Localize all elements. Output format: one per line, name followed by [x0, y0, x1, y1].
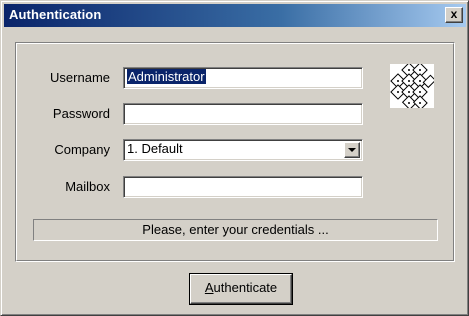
username-input[interactable]: Administrator: [123, 67, 363, 89]
username-value: Administrator: [127, 69, 206, 84]
chevron-down-icon[interactable]: [344, 142, 360, 158]
authentication-dialog: Authentication x Username Administrator …: [0, 0, 469, 316]
username-label: Username: [50, 70, 110, 85]
keyboard-icon[interactable]: [390, 64, 434, 108]
company-select[interactable]: 1. Default: [123, 139, 363, 161]
company-label: Company: [54, 142, 110, 157]
password-label: Password: [52, 106, 110, 121]
title-bar[interactable]: Authentication x: [4, 4, 466, 27]
close-icon: x: [450, 7, 458, 21]
window-title: Authentication: [9, 7, 102, 22]
authenticate-button[interactable]: Authenticate: [189, 273, 293, 305]
password-input[interactable]: [123, 103, 363, 125]
mailbox-label: Mailbox: [65, 179, 110, 194]
status-message: Please, enter your credentials ...: [33, 219, 438, 241]
mailbox-input[interactable]: [123, 176, 363, 198]
company-value: 1. Default: [127, 141, 183, 156]
authenticate-label: Authenticate: [204, 280, 278, 295]
close-button[interactable]: x: [445, 7, 463, 23]
